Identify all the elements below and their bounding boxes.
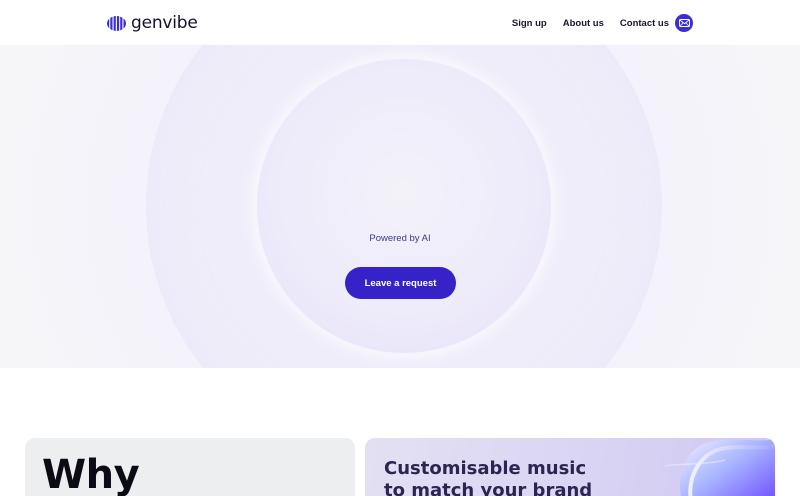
logo[interactable]: genvibe [107, 12, 198, 34]
why-card: Why [25, 438, 355, 496]
site-header: genvibe Sign up About us Contact us [0, 0, 800, 45]
nav-contact-us[interactable]: Contact us [620, 18, 669, 29]
nav-sign-up[interactable]: Sign up [512, 18, 547, 29]
nav-about-us[interactable]: About us [563, 18, 604, 29]
customisable-music-card: Customisable music to match your brand [365, 438, 775, 496]
customisable-music-line-1: Customisable music [384, 458, 587, 479]
mail-button[interactable] [675, 14, 693, 32]
logo-text: genvibe [131, 13, 198, 33]
leave-request-button[interactable]: Leave a request [345, 267, 456, 299]
customisable-music-heading: Customisable music to match your brand [384, 458, 604, 496]
powered-by-text: Powered by AI [369, 233, 431, 244]
hero-section: Powered by AI Leave a request [0, 45, 800, 368]
customisable-music-line-2: to match your brand [384, 480, 593, 496]
hero-inner-circle [257, 59, 551, 353]
decorative-3d-shape [665, 438, 775, 496]
striped-globe-icon [107, 15, 126, 31]
main-nav: Sign up About us Contact us [512, 14, 693, 32]
mail-icon [678, 19, 690, 27]
why-heading: Why [42, 452, 140, 496]
